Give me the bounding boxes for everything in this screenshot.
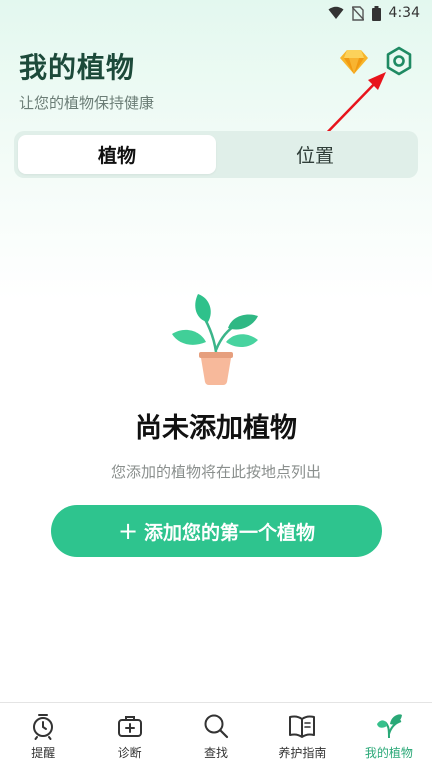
nav-label-care-guide: 养护指南 (278, 746, 327, 760)
empty-state-subtitle: 您添加的植物将在此按地点列出 (110, 463, 321, 481)
nav-label-search: 查找 (204, 746, 229, 760)
page-title: 我的植物 (19, 51, 136, 84)
status-time: 4:34 (388, 5, 420, 21)
page-header: 我的植物 让您的植物保持健康 (19, 46, 154, 113)
nav-label-diagnose: 诊断 (117, 746, 142, 760)
nav-item-care-guide[interactable]: 养护指南 (259, 703, 345, 768)
wifi-icon (328, 6, 344, 19)
status-bar: 4:34 (0, 0, 432, 26)
empty-state-title: 尚未添加植物 (135, 413, 297, 444)
battery-icon (371, 5, 381, 21)
tab-locations[interactable]: 位置 (216, 135, 414, 174)
nav-label-reminders: 提醒 (31, 746, 56, 760)
no-sim-icon (351, 5, 364, 21)
bottom-navigation: 提醒 诊断 查找 养护指南 我的植物 (0, 702, 432, 768)
nav-label-my-plants: 我的植物 (364, 746, 413, 760)
add-first-plant-label: 添加您的第一个植物 (144, 521, 316, 544)
potted-plant-icon (172, 294, 258, 385)
add-first-plant-button[interactable]: + 添加您的第一个植物 (51, 505, 382, 557)
nav-item-search[interactable]: 查找 (173, 703, 259, 768)
plant-leaves-icon (376, 714, 402, 739)
first-aid-kit-icon (117, 716, 142, 737)
nav-item-diagnose[interactable]: 诊断 (86, 703, 172, 768)
tab-plants[interactable]: 植物 (18, 135, 216, 174)
alarm-clock-icon (33, 714, 54, 740)
segmented-tabs: 植物 位置 (14, 131, 418, 178)
nav-item-reminders[interactable]: 提醒 (0, 703, 86, 768)
book-icon (289, 715, 316, 738)
search-icon (204, 714, 229, 739)
nav-item-my-plants[interactable]: 我的植物 (346, 703, 432, 768)
plus-icon: + (117, 517, 139, 545)
page-subtitle: 让您的植物保持健康 (19, 94, 155, 112)
